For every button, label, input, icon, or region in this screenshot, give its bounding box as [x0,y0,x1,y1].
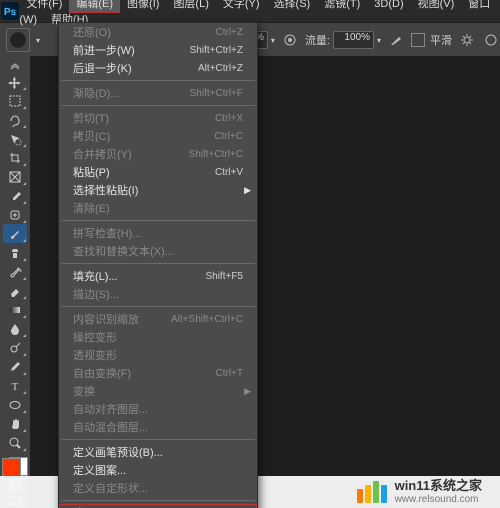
collapse-toolbox-icon[interactable] [3,60,27,72]
menubar-item[interactable]: 文字(Y) [216,0,267,13]
menubar-item[interactable]: 图像(I) [120,0,166,13]
tool-eyedropper[interactable] [3,186,27,205]
menu-item: 定义自定形状... [59,479,257,497]
tool-blur[interactable] [3,319,27,338]
menu-item[interactable]: 选择性粘贴(I)▶ [59,181,257,199]
tool-healing[interactable] [3,205,27,224]
menu-item: 还原(O)Ctrl+Z [59,23,257,41]
tool-preset-swatch[interactable] [6,28,30,52]
chevron-down-icon[interactable]: ▾ [271,36,275,45]
flow-label: 流量: [305,32,330,48]
menu-item: 内容识别缩放Alt+Shift+Ctrl+C [59,310,257,328]
tool-crop[interactable] [3,148,27,167]
smoothing-label: 平滑 [430,32,452,48]
tool-frame[interactable] [3,167,27,186]
menu-separator [61,80,255,81]
edit-menu-dropdown: 还原(O)Ctrl+Z前进一步(W)Shift+Ctrl+Z后退一步(K)Alt… [58,22,258,508]
tool-ellipse[interactable] [3,395,27,414]
watermark-text: win11系统之家 [395,479,482,493]
menu-separator [61,263,255,264]
tool-dodge[interactable] [3,338,27,357]
menu-item: 变换▶ [59,382,257,400]
svg-text:T: T [12,381,19,393]
menu-item: 拷贝(C)Ctrl+C [59,127,257,145]
menu-separator [61,306,255,307]
settings-gear-icon[interactable] [458,31,476,49]
menubar-item[interactable]: 滤镜(T) [317,0,367,13]
menu-item[interactable]: 定义图案... [59,461,257,479]
menu-item: 合并拷贝(Y)Shift+Ctrl+C [59,145,257,163]
menu-separator [61,220,255,221]
tool-gradient[interactable] [3,300,27,319]
smoothing-checkbox[interactable] [411,33,425,47]
pressure-size-icon[interactable] [482,31,500,49]
foreground-color-swatch[interactable] [2,458,21,477]
flow-value[interactable]: 100% [333,31,374,49]
menubar: Ps 文件(F)编辑(E)图像(I)图层(L)文字(Y)选择(S)滤镜(T)3D… [0,0,500,22]
menu-item: 自动混合图层... [59,418,257,436]
menu-separator [61,439,255,440]
submenu-arrow-icon: ▶ [244,185,251,196]
chevron-down-icon[interactable]: ▾ [377,36,381,45]
menu-item[interactable]: 清理(R)▶ [59,504,257,508]
tool-marquee[interactable] [3,91,27,110]
menu-item[interactable]: 填充(L)...Shift+F5 [59,267,257,285]
tool-move[interactable] [3,72,27,91]
svg-text:Ps: Ps [4,7,17,18]
menubar-item[interactable]: 3D(D) [367,0,410,13]
menu-item: 自由变换(F)Ctrl+T [59,364,257,382]
menu-item[interactable]: 前进一步(W)Shift+Ctrl+Z [59,41,257,59]
menu-item[interactable]: 后退一步(K)Alt+Ctrl+Z [59,59,257,77]
menu-item[interactable]: 粘贴(P)Ctrl+V [59,163,257,181]
menu-item: 描边(S)... [59,285,257,303]
menubar-item[interactable]: 选择(S) [267,0,318,13]
app-window: Ps 文件(F)编辑(E)图像(I)图层(L)文字(Y)选择(S)滤镜(T)3D… [0,0,500,508]
tool-lasso[interactable] [3,110,27,129]
tool-history-brush[interactable] [3,262,27,281]
tool-clone[interactable] [3,243,27,262]
color-swatches[interactable] [2,458,28,476]
tool-type[interactable]: T [3,376,27,395]
menu-item: 操控变形 [59,328,257,346]
menu-item: 查找和替换文本(X)... [59,242,257,260]
watermark-url: www.relsound.com [395,494,482,505]
tool-hand[interactable] [3,414,27,433]
tool-pen[interactable] [3,357,27,376]
tool-quick-select[interactable] [3,129,27,148]
menu-item: 渐隐(D)...Shift+Ctrl+F [59,84,257,102]
menu-item: 自动对齐图层... [59,400,257,418]
menu-separator [61,105,255,106]
ps-logo-icon: Ps [0,0,19,22]
watermark-logo-icon [357,481,387,503]
menu-separator [61,500,255,501]
menu-item: 清除(E) [59,199,257,217]
pressure-opacity-icon[interactable] [281,31,299,49]
smoothing-field[interactable]: 平滑 [411,32,452,48]
menubar-item[interactable]: 图层(L) [166,0,215,13]
flow-field[interactable]: 流量: 100% ▾ [305,31,381,49]
airbrush-icon[interactable] [387,31,405,49]
menu-item: 透视变形 [59,346,257,364]
menu-item: 拼写检查(H)... [59,224,257,242]
submenu-arrow-icon: ▶ [244,386,251,397]
menubar-item[interactable]: 视图(V) [411,0,462,13]
menu-item: 剪切(T)Ctrl+X [59,109,257,127]
tool-eraser[interactable] [3,281,27,300]
tool-brush[interactable] [3,224,27,243]
toolbox: T [0,56,31,508]
tool-zoom[interactable] [3,433,27,452]
chevron-down-icon[interactable]: ▾ [36,36,40,45]
menu-item[interactable]: 定义画笔预设(B)... [59,443,257,461]
